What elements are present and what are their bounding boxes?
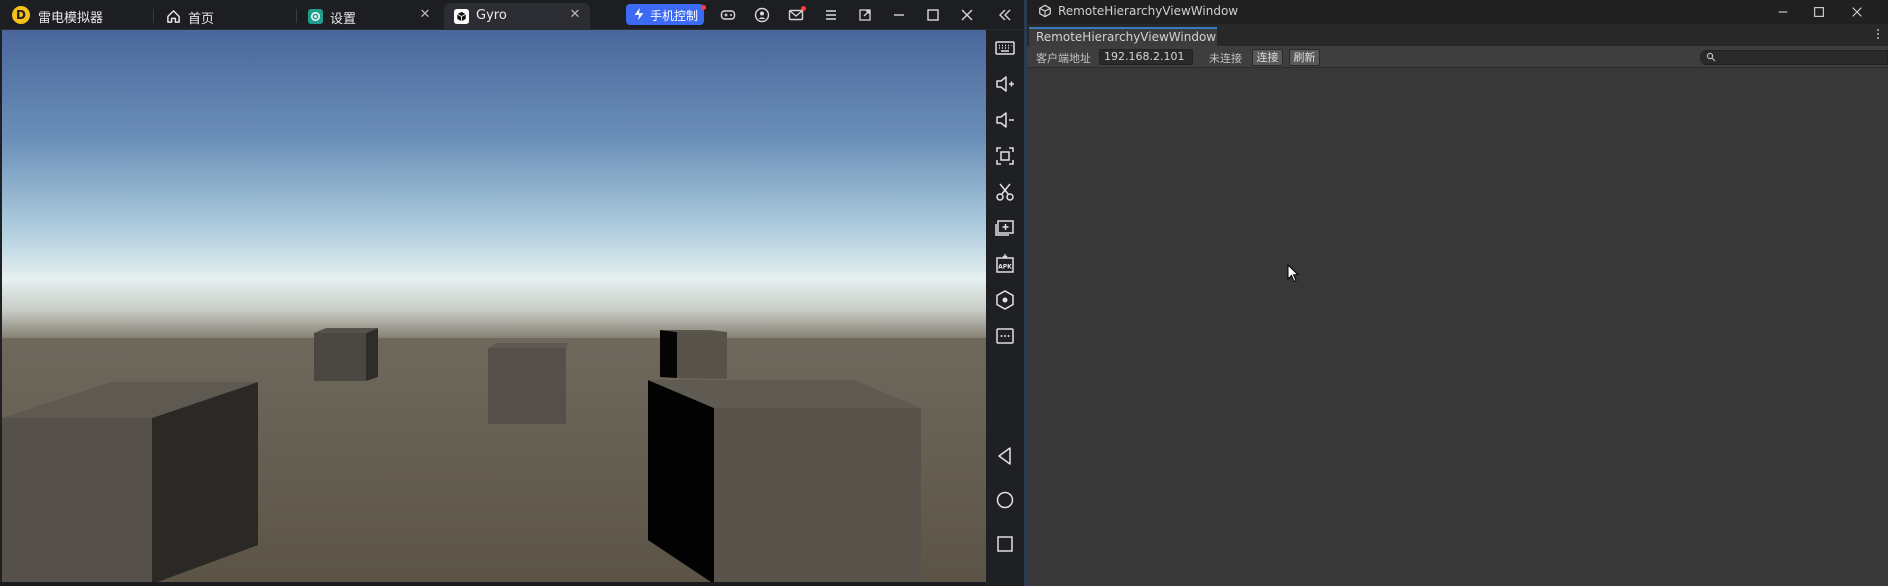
tab-gyro-label: Gyro (476, 8, 507, 23)
emulator-titlebar: D 雷电模拟器 首页 设置 ✕ Gyro ✕ 手机控制 (0, 0, 1024, 30)
notification-dot (701, 5, 706, 10)
connect-button[interactable]: 连接 (1252, 49, 1283, 66)
tab-menu-icon[interactable] (1876, 28, 1884, 42)
unity-tabbar: RemoteHierarchyViewWindow (1027, 24, 1888, 46)
operations-icon (996, 290, 1014, 310)
screenshot-button[interactable] (993, 144, 1017, 168)
gamepad-button[interactable] (718, 5, 738, 25)
unity-toolbar: 客户端地址 192.168.2.101 未连接 连接 刷新 (1027, 46, 1888, 68)
tab-settings-close-icon[interactable]: ✕ (418, 7, 432, 23)
tab-divider (296, 9, 297, 23)
add-window-icon (995, 220, 1014, 236)
volume-down-icon (996, 112, 1014, 128)
game-scene (2, 30, 986, 584)
close-icon (1852, 7, 1862, 17)
apk-install-icon: APK (996, 254, 1014, 273)
hierarchy-panel[interactable] (1027, 68, 1888, 586)
tab-settings[interactable]: 设置 ✕ (298, 3, 440, 30)
game-viewport[interactable] (2, 30, 986, 584)
search-icon (1706, 52, 1716, 62)
scissors-button[interactable] (993, 180, 1017, 204)
gamepad-icon (720, 10, 736, 20)
tab-remote-hierarchy[interactable]: RemoteHierarchyViewWindow (1029, 27, 1217, 46)
scissors-icon (996, 183, 1014, 201)
home-circle-icon (996, 491, 1014, 509)
recents-icon (997, 536, 1013, 552)
emulator-window: D 雷电模拟器 首页 设置 ✕ Gyro ✕ 手机控制 APK (0, 0, 1024, 586)
restore-window-button[interactable] (855, 5, 875, 25)
client-address-label: 客户端地址 (1036, 52, 1091, 65)
user-icon (754, 7, 770, 23)
keyboard-icon (995, 41, 1015, 55)
unity-editor-window: RemoteHierarchyViewWindow RemoteHierarch… (1024, 0, 1888, 586)
tab-gyro[interactable]: Gyro ✕ (444, 3, 590, 30)
lightning-icon (634, 7, 644, 21)
cube-far-right (660, 330, 727, 379)
volume-up-icon (996, 76, 1014, 92)
cube-near-right (648, 380, 921, 584)
mail-notification-dot (801, 6, 806, 11)
minimize-button[interactable] (889, 5, 909, 25)
emulator-bottom-strip (0, 582, 986, 586)
keyboard-button[interactable] (993, 36, 1017, 60)
cube-near-left (2, 382, 258, 584)
more-icon (996, 328, 1014, 344)
operations-button[interactable] (993, 288, 1017, 312)
tab-home-label: 首页 (188, 12, 215, 27)
unity-close-button[interactable] (1847, 2, 1867, 22)
unity-minimize-button[interactable] (1773, 2, 1793, 22)
collapse-sidebar-icon (999, 9, 1011, 21)
tab-gyro-close-icon[interactable]: ✕ (568, 7, 582, 23)
volume-down-button[interactable] (993, 108, 1017, 132)
menu-icon (826, 10, 836, 20)
mouse-cursor-icon (1287, 264, 1300, 283)
unity-logo-icon (1039, 4, 1051, 18)
tab-home[interactable]: 首页 (156, 3, 294, 30)
minimize-icon (1778, 11, 1788, 13)
client-address-input[interactable]: 192.168.2.101 (1099, 49, 1193, 65)
emulator-sidebar: APK (986, 30, 1024, 586)
connection-status: 未连接 (1209, 52, 1242, 65)
maximize-icon (927, 9, 939, 21)
restore-window-icon (859, 9, 871, 21)
cube-far-left (314, 328, 378, 381)
recents-button[interactable] (993, 532, 1017, 556)
mail-button[interactable] (786, 5, 806, 25)
tab-divider (153, 9, 154, 23)
search-input[interactable] (1700, 50, 1888, 65)
settings-app-icon (308, 9, 323, 24)
back-icon (998, 447, 1011, 465)
close-icon (961, 9, 973, 21)
minimize-icon (894, 14, 904, 16)
menu-button[interactable] (821, 5, 841, 25)
add-window-button[interactable] (993, 216, 1017, 240)
emulator-app-name: 雷电模拟器 (38, 11, 104, 26)
phone-control-button[interactable]: 手机控制 (626, 4, 706, 25)
unity-maximize-button[interactable] (1809, 2, 1829, 22)
volume-up-button[interactable] (993, 72, 1017, 96)
user-button[interactable] (752, 5, 772, 25)
cube-far-center (488, 343, 568, 424)
sky (2, 30, 986, 342)
apk-install-button[interactable]: APK (993, 252, 1017, 276)
window-title: RemoteHierarchyViewWindow (1058, 4, 1239, 18)
refresh-button[interactable]: 刷新 (1289, 49, 1320, 66)
emulator-logo-icon: D (12, 6, 30, 24)
more-button[interactable] (993, 324, 1017, 348)
close-button[interactable] (957, 5, 977, 25)
screenshot-icon (996, 147, 1014, 165)
home-nav-button[interactable] (993, 488, 1017, 512)
svg-text:APK: APK (998, 264, 1012, 271)
maximize-button[interactable] (923, 5, 943, 25)
back-button[interactable] (993, 444, 1017, 468)
unity-app-icon (454, 9, 469, 24)
unity-titlebar: RemoteHierarchyViewWindow (1027, 0, 1888, 24)
phone-control-label: 手机控制 (650, 9, 699, 23)
collapse-sidebar-button[interactable] (995, 5, 1015, 25)
tab-settings-label: 设置 (330, 12, 357, 27)
maximize-icon (1814, 7, 1824, 17)
home-icon (167, 10, 180, 23)
